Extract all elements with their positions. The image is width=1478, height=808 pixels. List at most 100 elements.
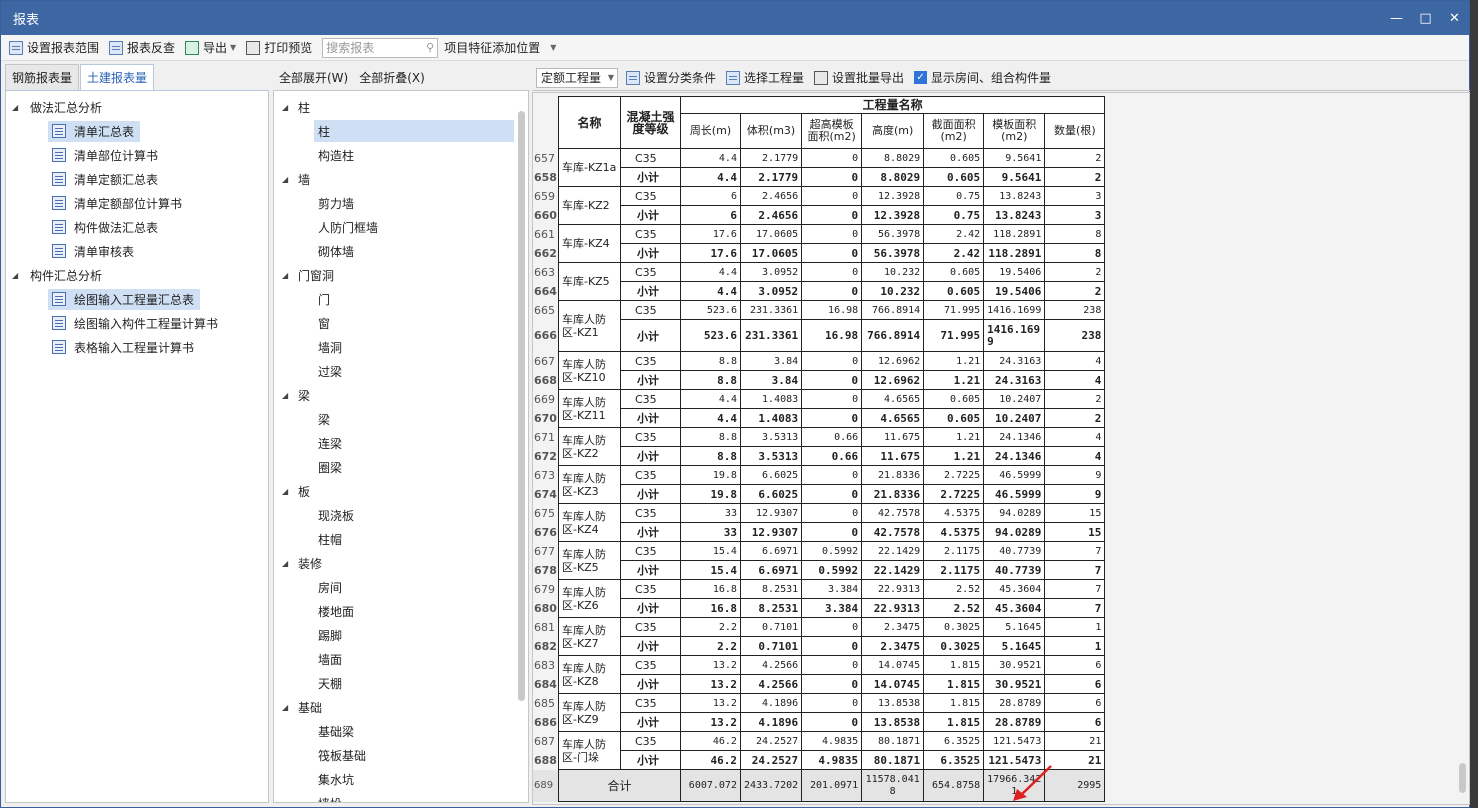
component-item[interactable]: 柱: [274, 119, 528, 143]
report-item-row[interactable]: 绘图输入构件工程量计算书: [48, 313, 224, 334]
tree-group[interactable]: ◢ 构件汇总分析: [6, 263, 268, 287]
component-item[interactable]: 筏板基础: [274, 743, 528, 767]
report-item[interactable]: 构件做法汇总表: [6, 215, 268, 239]
component-item[interactable]: 窗: [274, 311, 528, 335]
report-item[interactable]: 清单汇总表: [6, 119, 268, 143]
component-item-label: 柱帽: [318, 532, 343, 547]
report-item[interactable]: 清单审核表: [6, 239, 268, 263]
quantity-type-select[interactable]: 定额工程量 ▼: [536, 67, 618, 88]
set-category-button[interactable]: 设置分类条件: [626, 69, 716, 86]
tree-group[interactable]: ◢ 做法汇总分析: [6, 95, 268, 119]
component-item[interactable]: 过梁: [274, 359, 528, 383]
report-item-row[interactable]: 清单定额汇总表: [48, 169, 164, 190]
expand-arrow-icon[interactable]: ◢: [282, 103, 292, 112]
component-group[interactable]: ◢ 装修: [274, 551, 528, 575]
table-row: 661 车库-KZ4 C35 17.6 17.0605 0 56.3978 2.42 118.2…: [533, 224, 1106, 263]
component-item[interactable]: 房间: [274, 575, 528, 599]
value-cell: 19.5406: [983, 262, 1046, 282]
export-button[interactable]: 导出 ▼: [185, 39, 236, 56]
value-cell: 118.2891: [983, 224, 1046, 244]
row-number: 665: [533, 300, 559, 320]
component-item-label: 筏板基础: [318, 748, 367, 763]
batch-export-button[interactable]: 设置批量导出: [814, 69, 904, 86]
show-rooms-checkbox[interactable]: ✓ 显示房间、组合构件量: [914, 69, 1051, 86]
component-group[interactable]: ◢ 梁: [274, 383, 528, 407]
component-item[interactable]: 集水坑: [274, 767, 528, 791]
report-item[interactable]: 表格输入工程量计算书: [6, 335, 268, 359]
component-item[interactable]: 梁: [274, 407, 528, 431]
value-cell: 1.21: [923, 351, 985, 371]
component-group[interactable]: ◢ 基础: [274, 695, 528, 719]
expand-arrow-icon[interactable]: ◢: [282, 487, 292, 496]
feature-position-dropdown[interactable]: 项目特征添加位置 ▼: [444, 39, 556, 56]
tab-rebar-report[interactable]: 钢筋报表量: [5, 64, 80, 90]
subtotal-value-cell: 2.7225: [923, 484, 985, 504]
collapse-all-button[interactable]: 全部折叠(X): [359, 69, 425, 86]
component-item[interactable]: 楼地面: [274, 599, 528, 623]
component-item[interactable]: 踢脚: [274, 623, 528, 647]
component-group[interactable]: ◢ 门窗洞: [274, 263, 528, 287]
component-item[interactable]: 柱帽: [274, 527, 528, 551]
expand-arrow-icon[interactable]: ◢: [282, 559, 292, 568]
print-preview-button[interactable]: 打印预览: [246, 39, 312, 56]
table-row: 657 车库-KZ1a C35 4.4 2.1779 0 8.8029 0.605 9.5641…: [533, 148, 1106, 187]
maximize-button[interactable]: □: [1411, 11, 1440, 26]
component-item[interactable]: 现浇板: [274, 503, 528, 527]
subtotal-value-cell: 1.815: [923, 712, 985, 732]
report-search-input[interactable]: 搜索报表 ⚲: [322, 37, 439, 58]
report-item-row[interactable]: 表格输入工程量计算书: [48, 337, 200, 358]
component-tree-scrollbar[interactable]: [518, 111, 525, 701]
component-item[interactable]: 人防门框墙: [274, 215, 528, 239]
report-scrollbar[interactable]: [1459, 763, 1466, 793]
reverse-lookup-button[interactable]: 报表反查: [109, 39, 175, 56]
report-item[interactable]: 绘图输入工程量汇总表: [6, 287, 268, 311]
component-item[interactable]: 天棚: [274, 671, 528, 695]
component-item[interactable]: 构造柱: [274, 143, 528, 167]
expand-all-button[interactable]: 全部展开(W): [279, 69, 348, 86]
subtotal-value-cell: 13.8243: [983, 205, 1046, 225]
component-item[interactable]: 墙面: [274, 647, 528, 671]
component-name-cell: 车库人防区-KZ1: [557, 300, 621, 352]
report-item-row[interactable]: 清单汇总表: [48, 120, 141, 142]
report-item[interactable]: 清单部位计算书: [6, 143, 268, 167]
value-cell: 0.605: [923, 389, 985, 409]
expand-arrow-icon[interactable]: ◢: [12, 103, 24, 112]
component-item[interactable]: 砌体墙: [274, 239, 528, 263]
component-item[interactable]: 墙垛: [274, 791, 528, 803]
expand-arrow-icon[interactable]: ◢: [12, 271, 24, 280]
report-item[interactable]: 清单定额汇总表: [6, 167, 268, 191]
report-item-row[interactable]: 清单定额部位计算书: [48, 193, 188, 214]
choose-quantity-button[interactable]: 选择工程量: [726, 69, 804, 86]
value-cell: 12.9307: [739, 503, 803, 523]
component-item[interactable]: 门: [274, 287, 528, 311]
component-item[interactable]: 连梁: [274, 431, 528, 455]
report-item-row[interactable]: 构件做法汇总表: [48, 217, 164, 238]
component-item[interactable]: 墙洞: [274, 335, 528, 359]
report-item[interactable]: 绘图输入构件工程量计算书: [6, 311, 268, 335]
row-number: 673: [533, 465, 559, 485]
subtotal-value-cell: 2.1779: [739, 167, 803, 187]
value-cell: 56.3978: [861, 224, 925, 244]
component-group[interactable]: ◢ 板: [274, 479, 528, 503]
minimize-button[interactable]: —: [1382, 11, 1411, 26]
expand-arrow-icon[interactable]: ◢: [282, 703, 292, 712]
expand-arrow-icon[interactable]: ◢: [282, 391, 292, 400]
component-group[interactable]: ◢ 柱: [274, 95, 528, 119]
expand-arrow-icon[interactable]: ◢: [282, 175, 292, 184]
row-number: 670: [533, 408, 559, 428]
component-item[interactable]: 基础梁: [274, 719, 528, 743]
tab-civil-report[interactable]: 土建报表量: [80, 64, 155, 90]
report-item[interactable]: 清单定额部位计算书: [6, 191, 268, 215]
subtotal-value-cell: 3.84: [739, 370, 803, 390]
subtotal-value-cell: 2.3475: [861, 636, 925, 656]
component-item[interactable]: 剪力墙: [274, 191, 528, 215]
component-group[interactable]: ◢ 墙: [274, 167, 528, 191]
set-range-button[interactable]: 设置报表范围: [9, 39, 99, 56]
report-item-row[interactable]: 清单审核表: [48, 241, 140, 262]
expand-arrow-icon[interactable]: ◢: [282, 271, 292, 280]
report-item-row[interactable]: 清单部位计算书: [48, 145, 164, 166]
report-item-row[interactable]: 绘图输入工程量汇总表: [48, 288, 201, 310]
subtotal-value-cell: 15: [1044, 522, 1106, 542]
close-button[interactable]: ✕: [1440, 11, 1469, 26]
component-item[interactable]: 圈梁: [274, 455, 528, 479]
